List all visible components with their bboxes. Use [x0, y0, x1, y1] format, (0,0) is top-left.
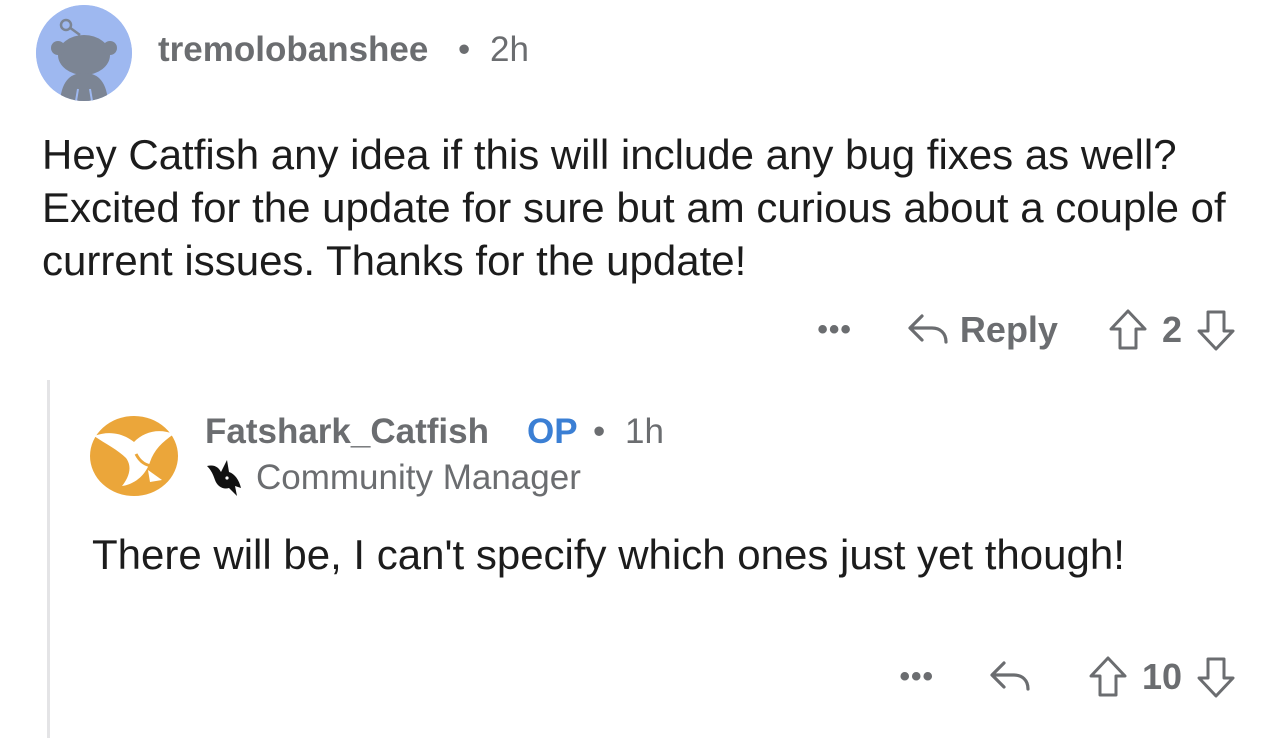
vote-count: 10 — [1141, 656, 1182, 697]
reply-label: Reply — [959, 309, 1058, 350]
user-avatar-icon[interactable] — [88, 414, 180, 498]
reply-arrow-icon — [908, 314, 948, 344]
reply-body: There will be, I can't specify which one… — [92, 531, 1125, 578]
user-flair: Community Manager — [256, 458, 581, 497]
comment-timestamp[interactable]: 2h — [490, 30, 529, 69]
upvote-arrow-icon[interactable] — [1088, 655, 1128, 699]
user-avatar-icon[interactable] — [36, 5, 132, 101]
reply-actions: ••• 10 — [899, 652, 1236, 702]
comment-username[interactable]: tremolobanshee — [158, 30, 428, 70]
meta-separator: • — [593, 412, 606, 451]
more-options-button[interactable]: ••• — [899, 660, 934, 694]
downvote-arrow-icon[interactable] — [1196, 308, 1236, 352]
reply-timestamp[interactable]: 1h — [625, 412, 664, 451]
reply-button[interactable] — [988, 659, 1032, 695]
op-badge: OP — [527, 412, 578, 451]
fatshark-logo-avatar-icon — [90, 416, 178, 496]
reply-arrow-icon — [990, 661, 1030, 691]
more-options-button[interactable]: ••• — [817, 313, 852, 347]
reply-username[interactable]: Fatshark_Catfish — [205, 412, 489, 452]
comment-actions: ••• Reply 2 — [817, 305, 1236, 355]
meta-separator: • — [458, 30, 471, 69]
reddit-snoo-avatar-icon — [36, 5, 132, 101]
shark-flair-icon — [207, 460, 241, 496]
comment-body: Hey Catfish any idea if this will includ… — [42, 131, 1226, 284]
thread-line[interactable] — [47, 380, 50, 738]
vote-count: 2 — [1161, 309, 1182, 350]
upvote-arrow-icon[interactable] — [1108, 308, 1148, 352]
downvote-arrow-icon[interactable] — [1196, 655, 1236, 699]
comment-meta: • 2h — [458, 30, 529, 70]
reply-button[interactable]: Reply — [906, 309, 1058, 351]
reply-meta: • 1h — [593, 412, 664, 452]
